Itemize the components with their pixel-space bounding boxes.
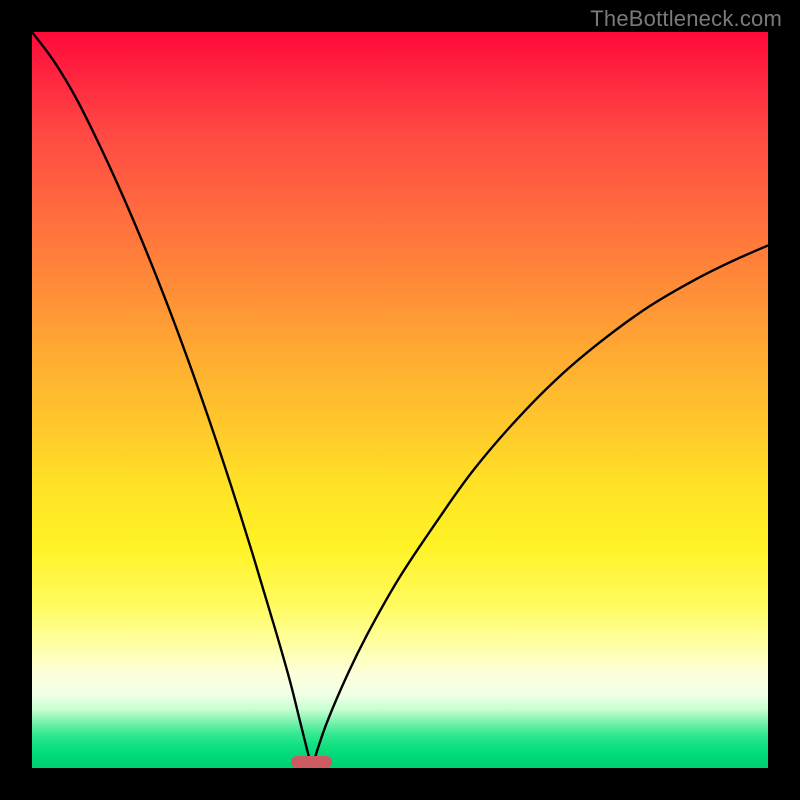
bottleneck-marker [291, 756, 331, 768]
watermark-text: TheBottleneck.com [590, 6, 782, 32]
curve-right-branch [312, 245, 768, 768]
chart-outer-frame [0, 0, 800, 800]
curve-left-branch [32, 32, 312, 768]
chart-curve-layer [32, 32, 768, 768]
